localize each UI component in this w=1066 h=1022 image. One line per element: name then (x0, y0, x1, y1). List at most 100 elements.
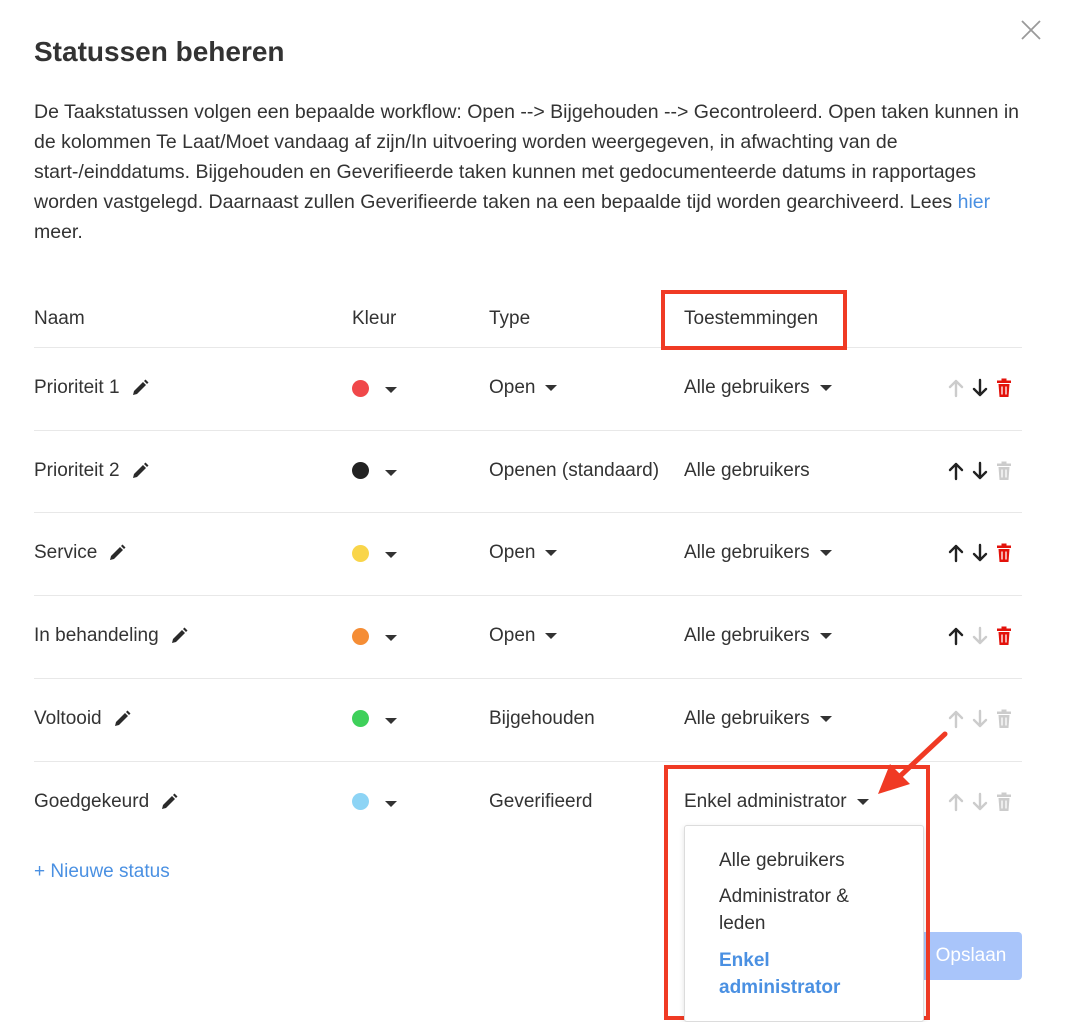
save-button[interactable]: Opslaan (920, 932, 1022, 980)
status-name-cell: Prioriteit 1 (34, 347, 150, 429)
trash-icon (994, 460, 1014, 482)
status-name-cell: Goedgekeurd (34, 761, 179, 843)
dialog-description: De Taakstatussen volgen een bepaalde wor… (34, 97, 1024, 247)
chevron-down-icon (545, 550, 558, 557)
dialog-title: Statussen beheren (34, 36, 285, 67)
chevron-down-icon (819, 550, 832, 557)
chevron-down-icon (385, 800, 397, 807)
type-selector[interactable]: Open (489, 595, 558, 677)
arrow-up-icon[interactable] (946, 542, 966, 564)
permission-option-admin-members[interactable]: Administrator & leden (719, 883, 899, 937)
permission-option-admin-only[interactable]: Enkel administrator (719, 947, 859, 1001)
type-label: Geverifieerd (489, 761, 593, 843)
type-value: Open (489, 377, 536, 398)
row-actions (946, 512, 1014, 594)
color-swatch (352, 462, 369, 480)
status-name-cell: Voltooid (34, 678, 132, 760)
description-text-end: meer. (34, 221, 83, 243)
color-swatch (352, 379, 369, 397)
status-name-cell: Prioriteit 2 (34, 430, 150, 512)
status-name: Voltooid (34, 707, 102, 729)
type-selector[interactable]: Open (489, 347, 558, 429)
arrow-up-icon[interactable] (946, 625, 966, 647)
table-row: Prioriteit 1 Open Alle gebruikers (34, 347, 1022, 429)
color-selector[interactable] (352, 347, 397, 429)
chevron-down-icon (385, 717, 397, 724)
pencil-icon[interactable] (169, 626, 189, 646)
arrow-down-icon (970, 708, 990, 730)
color-selector[interactable] (352, 678, 397, 760)
color-selector[interactable] (352, 512, 397, 594)
type-value: Open (489, 542, 536, 564)
chevron-down-icon (545, 633, 558, 640)
chevron-down-icon (545, 385, 558, 391)
color-swatch (352, 627, 369, 645)
column-header-name: Naam (34, 308, 85, 329)
new-status-link[interactable]: + Nieuwe status (34, 861, 170, 883)
pencil-icon[interactable] (159, 792, 179, 812)
pencil-icon[interactable] (107, 543, 127, 563)
trash-icon[interactable] (994, 377, 1014, 399)
header-highlight-box (661, 290, 847, 350)
status-name: In behandeling (34, 625, 159, 647)
permission-label: Alle gebruikers (684, 430, 810, 512)
pencil-icon[interactable] (130, 461, 150, 481)
type-value: Open (489, 625, 536, 647)
type-selector[interactable]: Open (489, 512, 558, 594)
description-text: De Taakstatussen volgen een bepaalde wor… (34, 101, 1020, 213)
trash-icon (994, 791, 1014, 813)
table-row: Service Open Alle gebruikers (34, 512, 1022, 594)
chevron-down-icon (385, 387, 397, 393)
arrow-down-icon (970, 791, 990, 813)
permission-value: Alle gebruikers (684, 542, 810, 564)
row-actions (946, 430, 1014, 512)
color-swatch (352, 793, 369, 810)
permission-selector[interactable]: Alle gebruikers (684, 347, 832, 429)
row-actions (946, 678, 1014, 760)
permission-selector[interactable]: Alle gebruikers (684, 595, 832, 677)
column-header-color: Kleur (352, 308, 397, 329)
type-label: Openen (standaard) (489, 430, 659, 512)
row-actions (946, 595, 1014, 677)
trash-icon (994, 708, 1014, 730)
chevron-down-icon (385, 552, 397, 559)
chevron-down-icon (819, 715, 832, 722)
permission-value: Alle gebruikers (684, 377, 810, 398)
trash-icon[interactable] (994, 542, 1014, 564)
type-value: Geverifieerd (489, 790, 593, 812)
type-value: Openen (standaard) (489, 459, 660, 481)
annotation-arrow (870, 730, 950, 805)
permission-value: Alle gebruikers (684, 625, 810, 647)
trash-icon[interactable] (994, 625, 1014, 647)
read-more-link[interactable]: hier (958, 191, 991, 213)
chevron-down-icon (819, 385, 832, 391)
chevron-down-icon (819, 633, 832, 640)
arrow-down-icon[interactable] (970, 377, 990, 399)
permission-selector[interactable]: Alle gebruikers (684, 678, 832, 760)
permission-option-all-users[interactable]: Alle gebruikers (719, 847, 899, 874)
arrow-up-icon (946, 708, 966, 730)
table-row: Prioriteit 2 Openen (standaard) Alle gebru… (34, 429, 1022, 512)
arrow-down-icon[interactable] (970, 460, 990, 482)
row-actions (946, 347, 1014, 429)
table-row: In behandeling Open Alle gebruikers (34, 595, 1022, 677)
arrow-down-icon (970, 625, 990, 647)
type-label: Bijgehouden (489, 678, 595, 760)
permission-dropdown-menu: Alle gebruikers Administrator & leden En… (684, 825, 924, 1022)
status-name: Prioriteit 2 (34, 459, 120, 481)
color-swatch (352, 710, 369, 728)
type-value: Bijgehouden (489, 707, 595, 729)
status-name: Service (34, 542, 98, 564)
color-selector[interactable] (352, 430, 397, 512)
arrow-up-icon (946, 377, 966, 399)
arrow-down-icon[interactable] (970, 542, 990, 564)
row-actions (946, 761, 1014, 843)
permission-selector[interactable]: Alle gebruikers (684, 512, 832, 594)
pencil-icon[interactable] (130, 378, 150, 398)
status-name-cell: In behandeling (34, 595, 189, 677)
color-selector[interactable] (352, 595, 397, 677)
pencil-icon[interactable] (112, 709, 132, 729)
arrow-up-icon[interactable] (946, 460, 966, 482)
color-selector[interactable] (352, 761, 397, 843)
close-icon[interactable] (1019, 18, 1043, 42)
